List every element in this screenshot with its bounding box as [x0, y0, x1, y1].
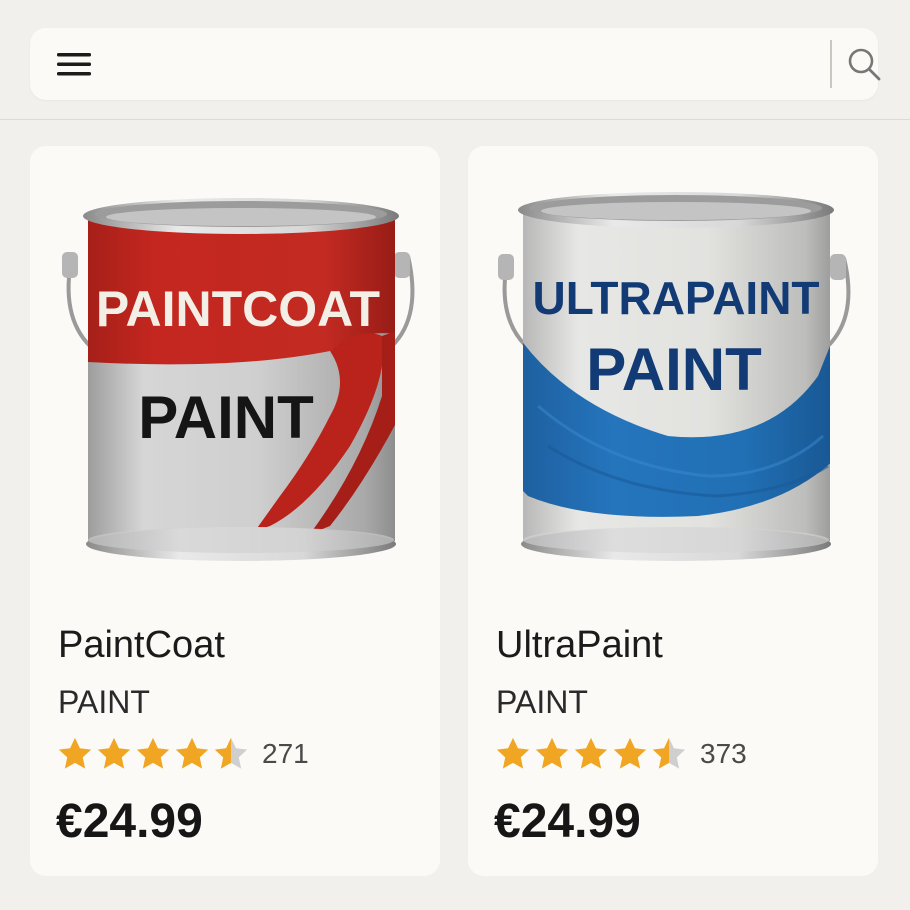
star-full-icon: [175, 737, 209, 769]
search-input[interactable]: [122, 38, 816, 92]
star-full-icon: [58, 737, 92, 769]
star-half-icon: [652, 737, 686, 769]
star-full-icon: [613, 737, 647, 769]
can-product-text: PAINT: [586, 336, 762, 403]
paint-can-image[interactable]: PAINTCOAT PAINT: [30, 146, 440, 606]
menu-button[interactable]: [52, 46, 96, 82]
rating: 373: [494, 734, 747, 774]
star-full-icon: [97, 737, 131, 769]
search-bar: [30, 28, 881, 100]
star-full-icon: [136, 737, 170, 769]
star-full-icon: [496, 737, 530, 769]
rating: 271: [56, 734, 309, 774]
product-card[interactable]: ULTRAPAINT PAINT UltraPaint PAINT 373 €2…: [468, 146, 878, 876]
star-rating: [494, 735, 688, 773]
product-price: €24.99: [56, 795, 203, 848]
star-rating: [56, 735, 250, 773]
magnifier-icon: [848, 48, 881, 81]
product-name[interactable]: PaintCoat: [58, 624, 225, 667]
hamburger-menu-icon: [57, 53, 91, 76]
can-product-text: PAINT: [138, 384, 314, 451]
product-type: PAINT: [496, 684, 588, 720]
star-half-icon: [214, 737, 248, 769]
product-type: PAINT: [58, 684, 150, 720]
product-name[interactable]: UltraPaint: [496, 624, 663, 667]
product-card[interactable]: PAINTCOAT PAINT PaintCoat PAINT 271 €24.…: [30, 146, 440, 876]
review-count[interactable]: 271: [262, 738, 309, 770]
can-brand-text: ULTRAPAINT: [532, 272, 819, 324]
header-divider: [0, 119, 910, 120]
star-full-icon: [535, 737, 569, 769]
paint-can-image[interactable]: ULTRAPAINT PAINT: [468, 146, 878, 606]
search-button[interactable]: [842, 44, 886, 84]
review-count[interactable]: 373: [700, 738, 747, 770]
star-full-icon: [574, 737, 608, 769]
search-divider: [830, 40, 832, 88]
product-price: €24.99: [494, 795, 641, 848]
can-brand-text: PAINTCOAT: [96, 281, 380, 337]
